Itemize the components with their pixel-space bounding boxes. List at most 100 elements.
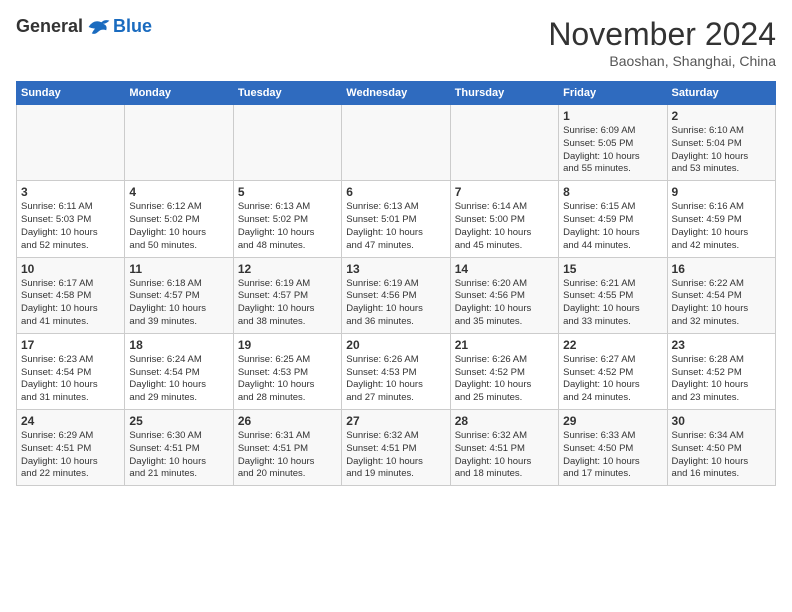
title-block: November 2024 Baoshan, Shanghai, China [548, 16, 776, 69]
day-info: Sunrise: 6:14 AM Sunset: 5:00 PM Dayligh… [455, 201, 554, 252]
day-info: Sunrise: 6:22 AM Sunset: 4:54 PM Dayligh… [672, 278, 771, 329]
logo: General Blue [16, 16, 152, 37]
day-number: 27 [346, 414, 445, 428]
day-number: 19 [238, 338, 337, 352]
day-info: Sunrise: 6:33 AM Sunset: 4:50 PM Dayligh… [563, 430, 662, 481]
day-info: Sunrise: 6:24 AM Sunset: 4:54 PM Dayligh… [129, 354, 228, 405]
calendar-cell: 14 Sunrise: 6:20 AM Sunset: 4:56 PM Dayli… [450, 257, 558, 333]
calendar-cell [233, 105, 341, 181]
month-title: November 2024 [548, 16, 776, 53]
day-number: 15 [563, 262, 662, 276]
day-info: Sunrise: 6:21 AM Sunset: 4:55 PM Dayligh… [563, 278, 662, 329]
day-info: Sunrise: 6:15 AM Sunset: 4:59 PM Dayligh… [563, 201, 662, 252]
day-number: 14 [455, 262, 554, 276]
calendar-cell: 23Sunrise: 6:28 AM Sunset: 4:52 PM Dayli… [667, 333, 775, 409]
calendar-cell: 6 Sunrise: 6:13 AM Sunset: 5:01 PM Daylig… [342, 181, 450, 257]
calendar-cell: 7 Sunrise: 6:14 AM Sunset: 5:00 PM Daylig… [450, 181, 558, 257]
day-info: Sunrise: 6:28 AM Sunset: 4:52 PM Dayligh… [672, 354, 771, 405]
day-info: Sunrise: 6:30 AM Sunset: 4:51 PM Dayligh… [129, 430, 228, 481]
calendar-cell: 12 Sunrise: 6:19 AM Sunset: 4:57 PM Dayli… [233, 257, 341, 333]
day-info: Sunrise: 6:17 AM Sunset: 4:58 PM Dayligh… [21, 278, 120, 329]
page-header: General Blue November 2024 Baoshan, Shan… [16, 16, 776, 69]
day-info: Sunrise: 6:09 AM Sunset: 5:05 PM Dayligh… [563, 125, 662, 176]
day-number: 21 [455, 338, 554, 352]
calendar-week-row: 24 Sunrise: 6:29 AM Sunset: 4:51 PM Dayli… [17, 410, 776, 486]
day-number: 7 [455, 185, 554, 199]
day-number: 8 [563, 185, 662, 199]
calendar-cell: 24 Sunrise: 6:29 AM Sunset: 4:51 PM Dayli… [17, 410, 125, 486]
day-info: Sunrise: 6:19 AM Sunset: 4:56 PM Dayligh… [346, 278, 445, 329]
calendar-day-header: Saturday [667, 82, 775, 105]
calendar-cell [450, 105, 558, 181]
calendar-day-header: Friday [559, 82, 667, 105]
calendar-cell: 1 Sunrise: 6:09 AM Sunset: 5:05 PM Daylig… [559, 105, 667, 181]
calendar-cell: 20Sunrise: 6:26 AM Sunset: 4:53 PM Dayli… [342, 333, 450, 409]
calendar-cell: 10Sunrise: 6:17 AM Sunset: 4:58 PM Dayli… [17, 257, 125, 333]
calendar-week-row: 1 Sunrise: 6:09 AM Sunset: 5:05 PM Daylig… [17, 105, 776, 181]
logo-general-text: General [16, 16, 83, 37]
calendar-day-header: Monday [125, 82, 233, 105]
calendar-cell [342, 105, 450, 181]
calendar-cell: 11 Sunrise: 6:18 AM Sunset: 4:57 PM Dayli… [125, 257, 233, 333]
day-number: 17 [21, 338, 120, 352]
day-number: 13 [346, 262, 445, 276]
logo-bird-icon [87, 17, 111, 37]
calendar-cell: 28Sunrise: 6:32 AM Sunset: 4:51 PM Dayli… [450, 410, 558, 486]
calendar-cell: 16 Sunrise: 6:22 AM Sunset: 4:54 PM Dayli… [667, 257, 775, 333]
calendar-cell: 8 Sunrise: 6:15 AM Sunset: 4:59 PM Daylig… [559, 181, 667, 257]
day-info: Sunrise: 6:13 AM Sunset: 5:02 PM Dayligh… [238, 201, 337, 252]
calendar-cell: 27 Sunrise: 6:32 AM Sunset: 4:51 PM Dayli… [342, 410, 450, 486]
calendar-day-header: Sunday [17, 82, 125, 105]
day-info: Sunrise: 6:10 AM Sunset: 5:04 PM Dayligh… [672, 125, 771, 176]
day-number: 18 [129, 338, 228, 352]
day-info: Sunrise: 6:26 AM Sunset: 4:52 PM Dayligh… [455, 354, 554, 405]
location-text: Baoshan, Shanghai, China [548, 53, 776, 69]
calendar-day-header: Tuesday [233, 82, 341, 105]
calendar-week-row: 3 Sunrise: 6:11 AM Sunset: 5:03 PM Daylig… [17, 181, 776, 257]
day-info: Sunrise: 6:25 AM Sunset: 4:53 PM Dayligh… [238, 354, 337, 405]
day-number: 3 [21, 185, 120, 199]
calendar-cell: 25 Sunrise: 6:30 AM Sunset: 4:51 PM Dayli… [125, 410, 233, 486]
day-number: 11 [129, 262, 228, 276]
day-info: Sunrise: 6:19 AM Sunset: 4:57 PM Dayligh… [238, 278, 337, 329]
calendar-day-header: Wednesday [342, 82, 450, 105]
day-number: 26 [238, 414, 337, 428]
calendar-cell: 5Sunrise: 6:13 AM Sunset: 5:02 PM Daylig… [233, 181, 341, 257]
calendar-cell: 22 Sunrise: 6:27 AM Sunset: 4:52 PM Dayli… [559, 333, 667, 409]
day-number: 24 [21, 414, 120, 428]
day-info: Sunrise: 6:16 AM Sunset: 4:59 PM Dayligh… [672, 201, 771, 252]
calendar-cell [125, 105, 233, 181]
logo-blue-text: Blue [113, 16, 152, 37]
calendar-cell: 19 Sunrise: 6:25 AM Sunset: 4:53 PM Dayli… [233, 333, 341, 409]
day-info: Sunrise: 6:29 AM Sunset: 4:51 PM Dayligh… [21, 430, 120, 481]
day-number: 30 [672, 414, 771, 428]
calendar-week-row: 10Sunrise: 6:17 AM Sunset: 4:58 PM Dayli… [17, 257, 776, 333]
day-info: Sunrise: 6:20 AM Sunset: 4:56 PM Dayligh… [455, 278, 554, 329]
calendar-cell [17, 105, 125, 181]
calendar-table: SundayMondayTuesdayWednesdayThursdayFrid… [16, 81, 776, 486]
day-info: Sunrise: 6:11 AM Sunset: 5:03 PM Dayligh… [21, 201, 120, 252]
day-info: Sunrise: 6:32 AM Sunset: 4:51 PM Dayligh… [346, 430, 445, 481]
day-number: 4 [129, 185, 228, 199]
day-info: Sunrise: 6:13 AM Sunset: 5:01 PM Dayligh… [346, 201, 445, 252]
day-number: 6 [346, 185, 445, 199]
day-number: 1 [563, 109, 662, 123]
calendar-cell: 3 Sunrise: 6:11 AM Sunset: 5:03 PM Daylig… [17, 181, 125, 257]
day-info: Sunrise: 6:32 AM Sunset: 4:51 PM Dayligh… [455, 430, 554, 481]
calendar-cell: 21 Sunrise: 6:26 AM Sunset: 4:52 PM Dayli… [450, 333, 558, 409]
day-number: 9 [672, 185, 771, 199]
day-info: Sunrise: 6:23 AM Sunset: 4:54 PM Dayligh… [21, 354, 120, 405]
day-info: Sunrise: 6:27 AM Sunset: 4:52 PM Dayligh… [563, 354, 662, 405]
day-number: 22 [563, 338, 662, 352]
day-number: 20 [346, 338, 445, 352]
day-info: Sunrise: 6:31 AM Sunset: 4:51 PM Dayligh… [238, 430, 337, 481]
day-number: 16 [672, 262, 771, 276]
day-info: Sunrise: 6:18 AM Sunset: 4:57 PM Dayligh… [129, 278, 228, 329]
calendar-cell: 29Sunrise: 6:33 AM Sunset: 4:50 PM Dayli… [559, 410, 667, 486]
calendar-day-header: Thursday [450, 82, 558, 105]
day-number: 12 [238, 262, 337, 276]
day-number: 25 [129, 414, 228, 428]
calendar-cell: 9 Sunrise: 6:16 AM Sunset: 4:59 PM Daylig… [667, 181, 775, 257]
calendar-cell: 18 Sunrise: 6:24 AM Sunset: 4:54 PM Dayli… [125, 333, 233, 409]
day-info: Sunrise: 6:34 AM Sunset: 4:50 PM Dayligh… [672, 430, 771, 481]
